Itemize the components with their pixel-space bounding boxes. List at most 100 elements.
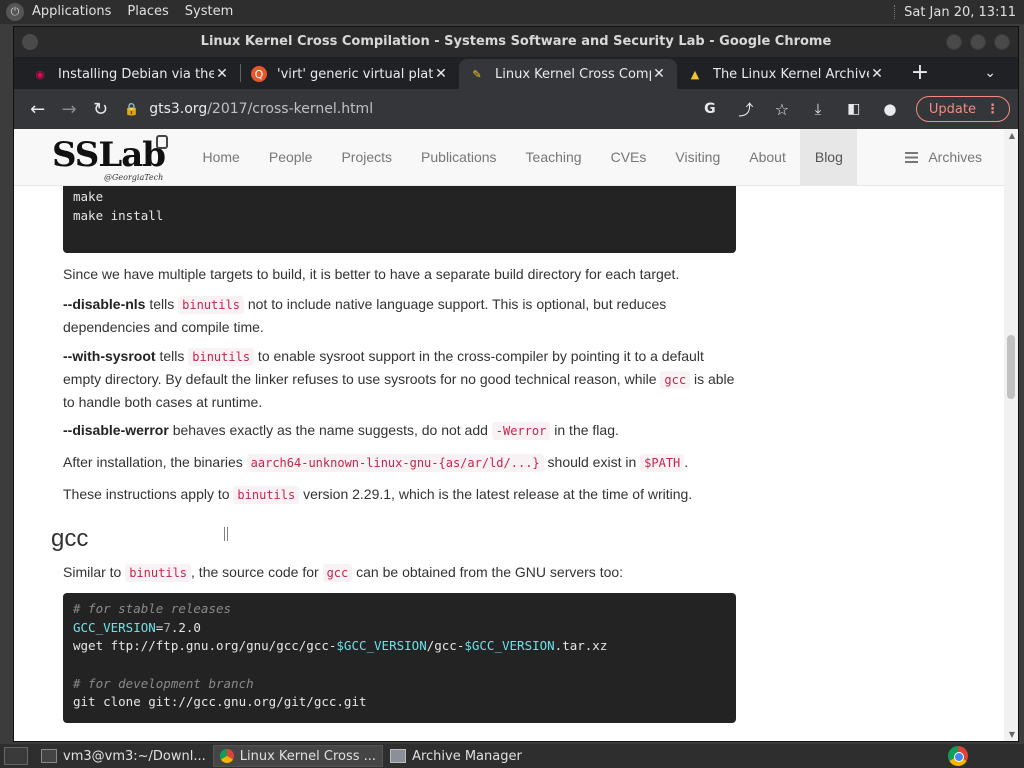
- taskbar-label: Linux Kernel Cross ...: [239, 748, 377, 764]
- minimize-button[interactable]: [946, 34, 962, 50]
- taskbar-label: Archive Manager: [412, 748, 522, 764]
- code-text: /gcc-: [426, 638, 465, 654]
- menu-applications[interactable]: Applications: [24, 0, 119, 24]
- taskbar-item-chrome[interactable]: Linux Kernel Cross ...: [212, 745, 384, 767]
- page-scrollbar[interactable]: ▲ ▼: [1004, 129, 1018, 741]
- code-line: wget ftp://ftp.gnu.org/gnu/gcc/gcc-$GCC_…: [73, 637, 726, 656]
- taskbar-label: vm3@vm3:~/Downl...: [63, 748, 206, 764]
- share-icon[interactable]: ⤴: [730, 93, 762, 125]
- code-variable: GCC_VERSION: [73, 619, 156, 635]
- inline-code: gcc: [322, 564, 353, 582]
- tray-chrome-icon[interactable]: [948, 746, 968, 766]
- text-span: version 2.29.1, which is the latest rele…: [299, 486, 693, 502]
- gnome-foot-icon[interactable]: ⏻: [6, 3, 24, 21]
- menu-system[interactable]: System: [177, 0, 241, 24]
- site-navbar: SSLab @GeorgiaTech Home People Projects …: [14, 129, 1004, 186]
- nav-projects[interactable]: Projects: [327, 129, 407, 186]
- sslab-logo[interactable]: SSLab @GeorgiaTech: [52, 133, 172, 182]
- code-text: .tar.xz: [554, 638, 608, 654]
- show-desktop-button[interactable]: [4, 747, 28, 765]
- menu-places[interactable]: Places: [119, 0, 176, 24]
- nav-blog[interactable]: Blog: [800, 129, 858, 186]
- code-text: .2.0: [170, 619, 201, 635]
- code-text: wget ftp://ftp.gnu.org/gnu/gcc/gcc-: [73, 638, 337, 654]
- bookmark-star-icon[interactable]: ☆: [766, 93, 798, 125]
- code-block-gcc: # for stable releases GCC_VERSION=7.2.0 …: [63, 593, 736, 723]
- window-menu-button[interactable]: [22, 34, 38, 50]
- tux-icon: ▲: [690, 67, 700, 81]
- tab-kernel-archives[interactable]: ▲ The Linux Kernel Archives ✕: [677, 59, 895, 89]
- page-viewport: SSLab @GeorgiaTech Home People Projects …: [14, 129, 1018, 741]
- inline-code: binutils: [125, 564, 192, 582]
- text-cursor-icon: [224, 527, 228, 541]
- brand-subtext: @GeorgiaTech: [104, 173, 164, 182]
- google-lens-icon[interactable]: G: [694, 93, 726, 125]
- profile-icon[interactable]: ●: [874, 93, 906, 125]
- window-title: Linux Kernel Cross Compilation - Systems…: [200, 34, 832, 49]
- inline-code: binutils: [178, 296, 244, 314]
- close-icon[interactable]: ✕: [651, 66, 667, 82]
- tab-title: Installing Debian via the In: [58, 66, 214, 82]
- update-button[interactable]: Update ⋮: [915, 96, 1010, 122]
- browser-toolbar: ← → ↻ 🔒 gts3.org /2017/cross-kernel.html…: [14, 89, 1018, 129]
- tab-cross-kernel[interactable]: ✎ Linux Kernel Cross Compi ✕: [459, 59, 677, 89]
- nav-visiting[interactable]: Visiting: [661, 129, 735, 186]
- paragraph-gcc-source: Similar to binutils, the source code for…: [63, 561, 743, 584]
- new-tab-button[interactable]: +: [905, 59, 935, 89]
- close-icon[interactable]: ✕: [433, 66, 449, 82]
- top-panel: ⏻ Applications Places System Sat Jan 20,…: [0, 0, 1024, 24]
- scroll-up-arrow-icon[interactable]: ▲: [1009, 131, 1015, 140]
- nav-publications[interactable]: Publications: [407, 129, 512, 186]
- side-panel-icon[interactable]: ◧: [838, 93, 870, 125]
- tab-title: Linux Kernel Cross Compi: [495, 66, 651, 82]
- nav-cves[interactable]: CVEs: [596, 129, 661, 186]
- text-span: These instructions apply to: [63, 486, 234, 502]
- scroll-thumb[interactable]: [1007, 335, 1015, 399]
- code-variable: $GCC_VERSION: [336, 638, 427, 654]
- bottom-taskbar: vm3@vm3:~/Downl... Linux Kernel Cross ..…: [0, 744, 1024, 768]
- text-span: should exist in: [543, 454, 641, 470]
- inline-code: $PATH: [640, 454, 685, 472]
- browser-window: Linux Kernel Cross Compilation - Systems…: [13, 26, 1019, 742]
- url-path: /2017/cross-kernel.html: [207, 101, 374, 117]
- nav-teaching[interactable]: Teaching: [511, 129, 596, 186]
- back-button[interactable]: ←: [22, 93, 53, 125]
- terminal-icon: [41, 749, 57, 763]
- address-bar[interactable]: 🔒 gts3.org /2017/cross-kernel.html: [124, 94, 694, 124]
- text-span: Similar to: [63, 564, 126, 580]
- tab-search-chevron-icon[interactable]: ⌄: [984, 65, 996, 81]
- nav-about[interactable]: About: [735, 129, 801, 186]
- code-comment: # for stable releases: [73, 601, 232, 616]
- forward-button[interactable]: →: [53, 93, 84, 125]
- paragraph-binaries: After installation, the binaries aarch64…: [63, 451, 743, 474]
- code-line: make: [73, 189, 104, 204]
- scroll-down-arrow-icon[interactable]: ▼: [1009, 730, 1015, 739]
- inline-code: -Werror: [491, 422, 551, 440]
- nav-archives[interactable]: Archives: [905, 149, 982, 165]
- tab-title: The Linux Kernel Archives: [713, 66, 869, 82]
- panel-clock[interactable]: Sat Jan 20, 13:11: [904, 5, 1024, 20]
- taskbar-item-archive-manager[interactable]: Archive Manager: [383, 745, 529, 767]
- code-line: make install: [73, 207, 164, 223]
- maximize-button[interactable]: [970, 34, 986, 50]
- tab-qemu[interactable]: Q 'virt' generic virtual platfo ✕: [241, 59, 459, 89]
- close-icon[interactable]: ✕: [214, 66, 230, 82]
- close-icon[interactable]: ✕: [869, 66, 885, 82]
- window-titlebar[interactable]: Linux Kernel Cross Compilation - Systems…: [14, 27, 1018, 57]
- qemu-icon: Q: [251, 66, 267, 82]
- lock-icon[interactable]: 🔒: [124, 102, 139, 116]
- close-window-button[interactable]: [994, 34, 1010, 50]
- tab-debian[interactable]: ◉ Installing Debian via the In ✕: [22, 59, 240, 89]
- archives-label: Archives: [928, 149, 982, 165]
- taskbar-item-terminal[interactable]: vm3@vm3:~/Downl...: [34, 745, 213, 767]
- extension-download-icon[interactable]: ⤓: [802, 93, 834, 125]
- inline-code: aarch64-unknown-linux-gnu-{as/ar/ld/...}: [246, 454, 544, 472]
- nav-home[interactable]: Home: [188, 129, 254, 186]
- code-variable: $GCC_VERSION: [464, 638, 555, 654]
- debian-icon: ◉: [35, 67, 45, 81]
- archive-manager-icon: [390, 749, 407, 763]
- nav-people[interactable]: People: [254, 129, 327, 186]
- brand-text: SSLab: [52, 135, 166, 175]
- reload-button[interactable]: ↻: [85, 93, 116, 125]
